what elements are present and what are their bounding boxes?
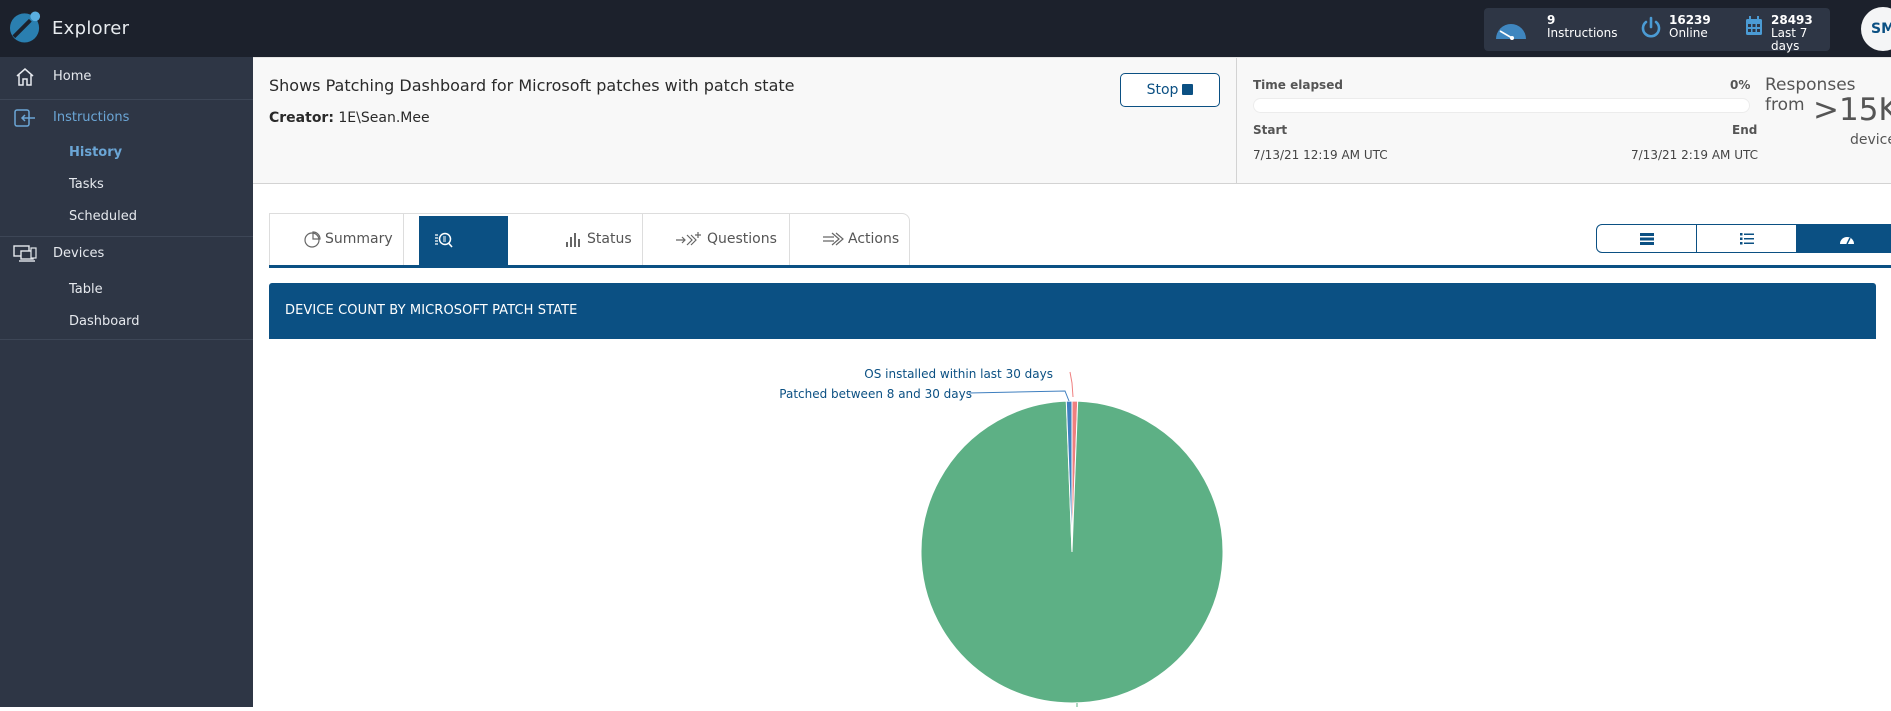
app-title: Explorer	[52, 18, 130, 39]
sidebar-item-instructions[interactable]: Instructions	[0, 98, 253, 138]
creator-label: Creator:	[269, 110, 334, 126]
end-label: End	[1732, 123, 1758, 137]
bar-chart-icon	[566, 233, 580, 247]
pie-leader-line	[968, 390, 1070, 402]
gauge-icon	[1496, 24, 1526, 40]
calendar-icon	[1746, 16, 1762, 35]
list-icon	[1739, 233, 1754, 245]
tab-status[interactable]: Status	[565, 214, 632, 265]
stop-button-label: Stop	[1146, 82, 1179, 98]
tab-separator	[403, 214, 404, 265]
tab-separator	[789, 214, 790, 265]
tab-status-label: Status	[587, 231, 632, 247]
instruction-title: Shows Patching Dashboard for Microsoft p…	[269, 76, 795, 95]
sidebar-item-table[interactable]: Table	[69, 282, 103, 297]
sidebar-item-scheduled[interactable]: Scheduled	[69, 209, 137, 224]
time-elapsed-percent: 0%	[1730, 78, 1751, 92]
tab-actions[interactable]: Actions	[822, 214, 899, 265]
explorer-logo-icon	[9, 11, 41, 43]
creator-value: 1E\Sean.Mee	[338, 110, 430, 126]
sidebar: Home Instructions History Tasks Schedule…	[0, 57, 253, 707]
table-view-button[interactable]	[1597, 225, 1696, 252]
sidebar-item-devices[interactable]: Devices	[0, 234, 253, 274]
tab-summary[interactable]: Summary	[303, 214, 393, 265]
panel-divider	[1236, 58, 1237, 184]
pie-chart: OS installed within last 30 days Patched …	[779, 367, 1224, 711]
actions-icon	[823, 232, 844, 246]
view-toggle	[1596, 224, 1891, 253]
responses-count: >15K	[1813, 92, 1891, 128]
tabs-underline	[269, 265, 1891, 268]
user-avatar[interactable]: SM	[1861, 7, 1891, 51]
sidebar-item-dashboard[interactable]: Dashboard	[69, 314, 140, 329]
top-bar: Explorer 9 Instructions 16239 Online 284…	[0, 0, 1891, 57]
tab-separator	[642, 214, 643, 265]
stat-online[interactable]: 16239 Online	[1669, 14, 1711, 40]
home-icon	[16, 68, 34, 86]
sidebar-item-tasks[interactable]: Tasks	[69, 177, 104, 192]
chart-title: DEVICE COUNT BY MICROSOFT PATCH STATE	[285, 303, 578, 318]
sidebar-item-devices-label: Devices	[53, 246, 105, 261]
pie-leader-line	[1069, 371, 1074, 398]
stop-button[interactable]: Stop	[1120, 73, 1220, 107]
sidebar-item-home-label: Home	[53, 69, 92, 84]
stats-panel: 9 Instructions 16239 Online 28493 Last 7…	[1484, 8, 1830, 53]
table-icon	[1639, 233, 1654, 245]
tab-content[interactable]: Content	[419, 216, 508, 296]
power-icon	[1641, 16, 1661, 38]
chart-panel-header: DEVICE COUNT BY MICROSOFT PATCH STATE	[269, 283, 1876, 339]
tab-actions-label: Actions	[848, 231, 900, 247]
sidebar-item-instructions-label: Instructions	[53, 110, 130, 125]
responses-unit: devices	[1850, 132, 1891, 148]
tab-summary-label: Summary	[325, 231, 393, 247]
sidebar-divider	[0, 339, 253, 340]
start-label: Start	[1253, 123, 1288, 137]
time-elapsed-progress-bar	[1253, 98, 1750, 113]
stat-instructions[interactable]: 9 Instructions	[1547, 14, 1617, 40]
instruction-info-panel: Shows Patching Dashboard for Microsoft p…	[253, 57, 1891, 184]
dashboard-view-button[interactable]	[1797, 225, 1890, 252]
time-elapsed-label: Time elapsed	[1253, 78, 1343, 92]
sidebar-item-history[interactable]: History	[69, 145, 122, 160]
stat-last7days[interactable]: 28493 Last 7 days	[1771, 14, 1830, 53]
end-value: 7/13/21 2:19 AM UTC	[1631, 148, 1759, 162]
stop-square-icon	[1182, 84, 1194, 95]
stat-online-label: Online	[1669, 26, 1708, 40]
devices-icon	[13, 245, 37, 262]
list-view-button[interactable]	[1697, 225, 1796, 252]
stat-instructions-label: Instructions	[1547, 26, 1618, 40]
pie-data-label: OS installed within last 30 days	[864, 367, 1053, 381]
sidebar-item-home[interactable]: Home	[0, 57, 253, 97]
stat-last7days-label: Last 7 days	[1771, 26, 1808, 53]
content-search-icon	[435, 232, 453, 248]
instructions-icon	[14, 109, 35, 127]
instruction-tabs: Summary Content Status Questions Actions	[269, 213, 910, 296]
pie-data-label: Patched between 8 and 30 days	[779, 387, 972, 401]
questions-icon	[676, 232, 701, 246]
tab-questions-label: Questions	[707, 231, 777, 247]
pie-chart-icon	[304, 231, 321, 248]
tab-questions[interactable]: Questions	[675, 214, 777, 265]
creator: Creator: 1E\Sean.Mee	[269, 110, 430, 126]
chart-area: OS installed within last 30 days Patched …	[269, 339, 1876, 711]
start-value: 7/13/21 12:19 AM UTC	[1253, 148, 1388, 162]
dashboard-gauge-icon	[1839, 237, 1854, 245]
